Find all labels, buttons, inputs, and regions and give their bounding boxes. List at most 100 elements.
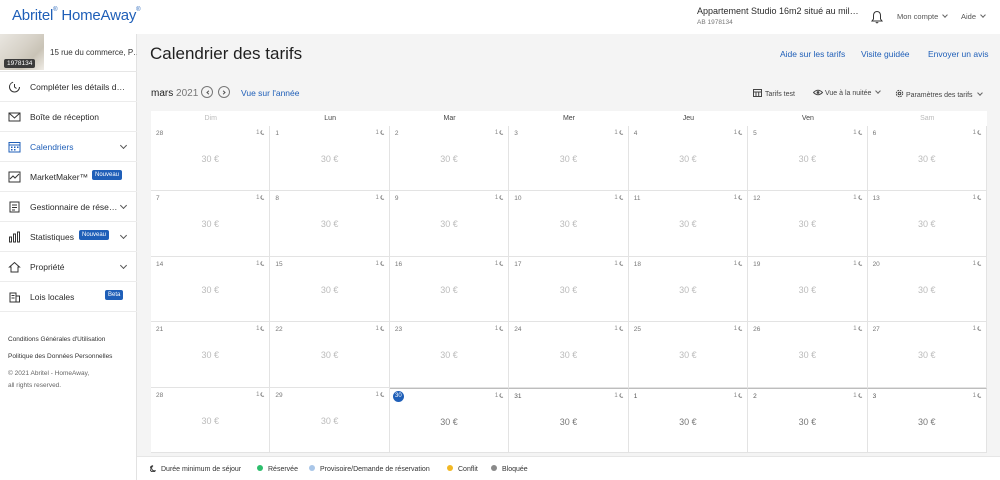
sidebar-item-property[interactable]: Propriété <box>0 252 137 282</box>
calendar-day-cell[interactable]: 22 1 30 € <box>270 322 390 388</box>
test-rates-button[interactable]: Tarifs test <box>753 89 795 98</box>
min-stay-indicator: 1 <box>853 261 862 267</box>
calendar-day-cell[interactable]: 16 1 30 € <box>389 256 510 323</box>
min-stay-value: 1 <box>853 260 857 267</box>
calendar-day-cell[interactable]: 1 1 30 € <box>270 126 390 192</box>
calendar-day-cell[interactable]: 30 1 30 € <box>389 387 510 453</box>
moon-icon <box>499 130 504 135</box>
help-menu[interactable]: Aide <box>961 12 986 21</box>
sidebar-item-statistics[interactable]: Statistiques Nouveau <box>0 222 137 252</box>
sidebar-item-marketmaker[interactable]: MarketMaker™ Nouveau <box>0 162 137 192</box>
calendar-day-cell[interactable]: 26 1 30 € <box>748 322 868 388</box>
calendar-day-cell[interactable]: 18 1 30 € <box>628 256 749 323</box>
calendar-day-cell[interactable]: 2 1 30 € <box>389 126 510 192</box>
min-stay-value: 1 <box>256 130 260 136</box>
min-stay-value: 1 <box>614 260 618 267</box>
day-number: 14 <box>156 260 164 268</box>
brand-logo[interactable]: Abritel® HomeAway® <box>12 7 141 24</box>
min-stay-indicator: 1 <box>734 195 743 201</box>
help-rates-link[interactable]: Aide sur les tarifs <box>780 49 845 59</box>
sidebar-item-completer[interactable]: Compléter les détails d… <box>0 72 137 102</box>
nightly-price: 30 € <box>798 154 817 164</box>
min-stay-value: 1 <box>375 260 379 267</box>
day-number: 28 <box>156 391 164 399</box>
calendar-day-cell[interactable]: 21 1 30 € <box>151 322 271 388</box>
min-stay-value: 1 <box>375 130 379 136</box>
calendar-day-cell[interactable]: 3 1 30 € <box>867 387 987 453</box>
nightly-price: 30 € <box>440 416 458 427</box>
min-stay-value: 1 <box>733 130 738 136</box>
min-stay-value: 1 <box>614 326 618 333</box>
calendar-day-cell[interactable]: 19 1 30 € <box>748 256 868 323</box>
status-dot <box>257 465 263 471</box>
calendar-day-cell[interactable]: 14 1 30 € <box>151 256 271 323</box>
bell-icon[interactable] <box>871 10 883 24</box>
calendar-day-cell[interactable]: 27 1 30 € <box>867 322 987 388</box>
moon-icon <box>380 326 385 331</box>
min-stay-indicator: 1 <box>376 392 385 398</box>
next-month-button[interactable] <box>218 86 230 98</box>
calendar-day-cell[interactable]: 9 1 30 € <box>389 191 510 257</box>
calendar-day-cell[interactable]: 6 1 30 € <box>867 126 987 192</box>
property-switcher[interactable]: 1978134 15 rue du commerce, P… <box>0 34 137 72</box>
calendar-day-cell[interactable]: 3 1 30 € <box>509 126 629 192</box>
bar-chart-icon <box>9 231 20 243</box>
view-mode-dropdown[interactable]: Vue à la nuitée <box>812 88 882 97</box>
moon-icon <box>260 260 265 266</box>
nightly-price: 30 € <box>918 350 936 361</box>
account-menu[interactable]: Mon compte <box>897 12 949 21</box>
sidebar-item-reservations[interactable]: Gestionnaire de rése… <box>0 192 137 222</box>
calendar-day-cell[interactable]: 12 1 30 € <box>748 191 868 257</box>
chevron-down-icon[interactable] <box>119 141 128 150</box>
sidebar-item-inbox[interactable]: Boîte de réception <box>0 102 137 132</box>
min-stay-value: 1 <box>494 195 499 202</box>
calendar-day-cell[interactable]: 1 1 30 € <box>628 387 749 453</box>
privacy-link[interactable]: Politique des Données Personnelles <box>8 353 112 360</box>
terms-link[interactable]: Conditions Générales d'Utilisation <box>8 336 105 343</box>
calendar-day-cell[interactable]: 10 1 30 € <box>509 191 629 257</box>
calendar-day-cell[interactable]: 28 1 30 € <box>151 126 271 192</box>
calendar-day-cell[interactable]: 8 1 30 € <box>270 191 390 257</box>
nightly-price: 30 € <box>440 154 458 164</box>
prev-month-button[interactable] <box>201 86 213 98</box>
min-stay-indicator: 1 <box>853 326 862 332</box>
calendar-day-cell[interactable]: 17 1 30 € <box>509 256 629 323</box>
moon-icon <box>977 260 982 266</box>
nightly-price: 30 € <box>679 219 697 230</box>
calendar-day-cell[interactable]: 24 1 30 € <box>509 322 629 388</box>
chevron-down-icon <box>875 88 882 94</box>
calendar-day-cell[interactable]: 11 1 30 € <box>628 191 749 257</box>
calendar-day-cell[interactable]: 15 1 30 € <box>270 256 390 323</box>
calendar-day-cell[interactable]: 2 1 30 € <box>748 387 868 453</box>
calendar-day-cell[interactable]: 20 1 30 € <box>867 256 987 323</box>
calendar-day-cell[interactable]: 25 1 30 € <box>628 322 749 388</box>
moon-icon <box>149 465 156 473</box>
nightly-price: 30 € <box>559 219 578 230</box>
calendar-day-cell[interactable]: 31 1 30 € <box>509 387 629 453</box>
send-feedback-link[interactable]: Envoyer un avis <box>928 49 988 59</box>
calendar-day-cell[interactable]: 23 1 30 € <box>389 322 510 388</box>
calendar-day-cell[interactable]: 13 1 30 € <box>867 191 987 257</box>
calendar-day-cell[interactable]: 7 1 30 € <box>151 191 271 257</box>
chevron-down-icon[interactable] <box>119 201 128 210</box>
calendar-day-cell[interactable]: 4 1 30 € <box>628 126 749 192</box>
calendar-day-cell[interactable]: 5 1 30 € <box>748 126 868 192</box>
property-badge: 1978134 <box>4 59 36 68</box>
property-title[interactable]: Appartement Studio 16m2 situé au mil… <box>697 6 859 16</box>
guided-tour-link[interactable]: Visite guidée <box>861 49 910 59</box>
sidebar-item-calendars[interactable]: Calendriers <box>0 132 137 162</box>
logo-homeaway: HomeAway <box>61 7 137 24</box>
sidebar-item-local-laws[interactable]: Lois locales Beta <box>0 282 137 312</box>
min-stay-indicator: 1 <box>495 261 504 267</box>
calendar-day-cell[interactable]: 28 1 30 € <box>151 387 271 453</box>
moon-icon <box>977 130 982 135</box>
rate-settings-dropdown[interactable]: Paramètres des tarifs <box>895 89 983 99</box>
min-stay-value: 1 <box>614 195 618 202</box>
year-view-link[interactable]: Vue sur l'année <box>241 88 300 98</box>
min-stay-indicator: 1 <box>973 393 982 399</box>
calendar-day-cell[interactable]: 29 1 30 € <box>270 387 390 453</box>
day-number: 1 <box>275 130 280 137</box>
chevron-down-icon[interactable] <box>119 231 128 240</box>
day-number: 15 <box>275 260 283 268</box>
chevron-down-icon[interactable] <box>119 261 128 270</box>
